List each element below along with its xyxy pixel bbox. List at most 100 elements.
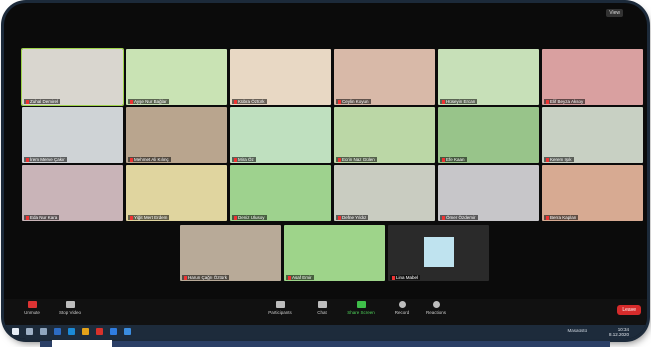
meeting-toolbar: Unmute Stop Video Participants Chat Shar… [4,299,647,325]
chrome-icon[interactable] [96,328,103,335]
stop-video-button[interactable]: Stop Video [52,301,88,315]
participant-name: Ceylin Koyun [336,99,371,104]
participant-video-tile[interactable]: İrem Merve Çakır [22,107,123,163]
participant-name-text: İrem Merve Çakır [30,157,65,162]
participant-video-tile[interactable]: Ömer Özdemir [438,165,539,221]
participant-name: Hüseyin Ercan [440,99,478,104]
participant-video-tile[interactable]: Berra Kaplan [542,165,643,221]
mic-muted-icon [184,275,187,280]
unmute-label: Unmute [24,310,40,315]
unmute-button[interactable]: Unmute [14,301,50,315]
mic-muted-icon [546,215,549,220]
participant-video-tile[interactable]: Defne Yıldız [334,165,435,221]
reactions-button[interactable]: Reactions [418,301,454,315]
participant-name-text: Mehmet Ali Kılınç [134,157,169,162]
avatar-placeholder [424,237,454,267]
participant-name: Mira Öz [232,157,256,162]
participant-video-tile[interactable]: Ayşe Nur Bağlar [126,49,227,105]
mic-muted-icon [130,157,133,162]
mic-muted-icon [130,99,133,104]
participant-video-tile[interactable]: Mira Öz [230,107,331,163]
mic-muted-icon [338,99,341,104]
video-camera-icon [65,301,75,308]
participant-name: Zuhal Demirel [24,99,61,104]
participant-video-tile[interactable]: Kerem Işık [542,107,643,163]
participant-video-tile[interactable]: Zuhal Demirel [21,48,124,106]
participant-video-tile[interactable]: Hüseyin Ercan [438,49,539,105]
participant-name: Elif Beyza Aksoy [544,99,586,104]
zoom-app-icon[interactable] [124,328,131,335]
mic-muted-icon [392,275,395,280]
slide-strip [40,341,610,347]
participant-name-text: Asaf Emir [292,275,312,280]
zoom-window: View Zuhal Demirel Ayşe Nur Bağlar Kübra Ö… [4,3,647,339]
leave-button[interactable]: Leave [617,305,641,315]
participant-name-text: Harun Çağrı Öztürk [188,275,228,280]
participant-video-tile[interactable]: Asaf Emir [284,225,385,281]
participant-name-text: Deniz Ulusoy [238,215,265,220]
share-screen-button[interactable]: Share Screen [343,301,379,315]
participant-name-text: Mira Öz [238,157,254,162]
participant-name-text: Eda Nur Kara [30,215,58,220]
windows-taskbar: Masaüstü 10:34 8.12.2020 [4,325,647,339]
participant-name: Ayşe Nur Bağlar [128,99,169,104]
participant-video-tile[interactable]: Kübra Öztürk [230,49,331,105]
mic-muted-icon [288,275,291,280]
mic-muted-icon [130,215,133,220]
participant-video-tile[interactable]: Efe Kaan [438,107,539,163]
chat-label: Chat [317,310,327,315]
participant-name: Ömer Özdemir [440,215,478,220]
participant-name-text: Elif Beyza Aksoy [550,99,584,104]
participant-name-text: Ayşe Nur Bağlar [134,99,167,104]
smiley-icon [432,301,440,308]
participant-name-text: Ceylin Koyun [342,99,369,104]
chat-button[interactable]: Chat [304,301,340,315]
mic-muted-icon [442,99,445,104]
view-button[interactable]: View [606,9,623,17]
participant-name: Harun Çağrı Öztürk [182,275,230,280]
participant-name: Kübra Öztürk [232,99,267,104]
record-button[interactable]: Record [384,301,420,315]
participant-video-tile[interactable]: Deniz Ulusoy [230,165,331,221]
mic-muted-icon [26,157,29,162]
participant-name-text: Defne Yıldız [342,215,367,220]
participant-name-text: Kerem Işık [550,157,572,162]
participant-name: Deniz Ulusoy [232,215,267,220]
edge-browser-icon[interactable] [68,328,75,335]
stop-video-label: Stop Video [59,310,81,315]
tray-label: Masaüstü [567,328,587,333]
folder-icon[interactable] [82,328,89,335]
participant-name-text: Efe Kaan [446,157,465,162]
windows-start-icon[interactable] [12,328,19,335]
participant-video-tile[interactable]: Mehmet Ali Kılınç [126,107,227,163]
participant-name: Kerem Işık [544,157,574,162]
participant-name: Yiğit Mert Erdem [128,215,170,220]
record-label: Record [394,310,410,315]
participant-video-tile[interactable]: Lina Mabel [388,225,489,281]
mic-muted-icon [546,157,549,162]
participant-name: Defne Yıldız [336,215,369,220]
participants-icon [275,301,285,308]
mic-muted-icon [546,99,549,104]
share-screen-label: Share Screen [347,310,375,315]
microphone-muted-icon [27,301,37,308]
clock-date: 8.12.2020 [608,332,629,337]
search-icon[interactable] [26,328,33,335]
mic-muted-icon [26,99,29,104]
participant-video-tile[interactable]: Eda Nur Kara [22,165,123,221]
participant-video-tile[interactable]: Harun Çağrı Öztürk [180,225,281,281]
participant-name-text: Berra Kaplan [550,215,577,220]
participant-video-tile[interactable]: Elif Beyza Aksoy [542,49,643,105]
file-explorer-icon[interactable] [54,328,61,335]
participant-name: Efe Kaan [440,157,467,162]
participant-video-tile[interactable]: Ecrin Naz Gülen [334,107,435,163]
reactions-label: Reactions [425,310,446,315]
mic-muted-icon [234,215,237,220]
participant-video-tile[interactable]: Ceylin Koyun [334,49,435,105]
task-view-icon[interactable] [40,328,47,335]
word-icon[interactable] [110,328,117,335]
mic-muted-icon [338,157,341,162]
participant-video-tile[interactable]: Yiğit Mert Erdem [126,165,227,221]
participants-button[interactable]: Participants [262,301,298,315]
participant-name: Asaf Emir [286,275,314,280]
